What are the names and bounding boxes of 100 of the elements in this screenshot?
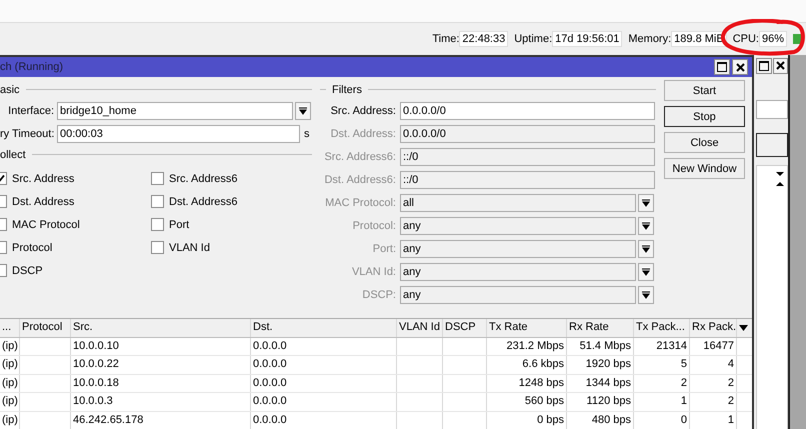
table-cell: 21314 bbox=[634, 338, 690, 355]
checkbox-label: Port bbox=[169, 218, 190, 231]
action-button[interactable]: Stop bbox=[664, 106, 745, 128]
status-value: 96% bbox=[758, 31, 787, 47]
table-cell: 0 bps bbox=[487, 412, 567, 429]
interface-field[interactable]: bridge10_home bbox=[57, 102, 293, 120]
input-field[interactable] bbox=[756, 100, 788, 119]
checkbox[interactable] bbox=[151, 218, 164, 232]
checkbox-label: Src. Address6 bbox=[169, 172, 238, 185]
filter-label: Port: bbox=[372, 242, 397, 255]
column-header[interactable]: Tx Pack... bbox=[634, 319, 690, 336]
table-cell: (ip) bbox=[0, 412, 20, 429]
table-cell: 4 bbox=[690, 356, 737, 374]
dropdown-icon[interactable] bbox=[638, 216, 654, 235]
status-label: CPU: bbox=[732, 33, 759, 45]
table-cell: 480 bps bbox=[567, 412, 634, 429]
close-icon[interactable] bbox=[772, 58, 788, 74]
filter-label: Src. Address: bbox=[330, 104, 397, 117]
status-label: Memory: bbox=[628, 33, 672, 45]
checkbox[interactable] bbox=[151, 195, 164, 208]
column-header[interactable]: Rx Pack. bbox=[690, 319, 737, 336]
table-cell: 10.0.0.10 bbox=[71, 338, 251, 355]
filter-label: Protocol: bbox=[352, 220, 397, 232]
action-button[interactable]: New Window bbox=[664, 158, 745, 180]
column-header[interactable]: VLAN Id bbox=[397, 319, 443, 336]
status-indicator-icon bbox=[793, 34, 801, 44]
filter-label: DSCP: bbox=[361, 288, 397, 301]
group-title: Filters bbox=[332, 84, 362, 96]
checkbox-label: Src. Address bbox=[12, 172, 74, 185]
column-header[interactable]: Dst. bbox=[251, 319, 397, 336]
group-title: ollect bbox=[0, 148, 26, 161]
button[interactable] bbox=[756, 133, 788, 157]
checkbox-label: Protocol bbox=[12, 242, 52, 254]
table-cell: 0.0.0.0 bbox=[251, 412, 397, 429]
table-cell: 1 bbox=[690, 412, 737, 429]
checkbox[interactable] bbox=[151, 172, 164, 186]
table-cell: 16477 bbox=[690, 338, 737, 355]
table-cell: 10.0.0.3 bbox=[71, 393, 251, 410]
close-icon[interactable] bbox=[732, 59, 748, 76]
sort-arrows-icon[interactable] bbox=[775, 169, 785, 189]
checkbox[interactable] bbox=[151, 241, 164, 254]
dropdown-icon[interactable] bbox=[638, 240, 654, 258]
checkbox-label: VLAN Id bbox=[169, 242, 210, 254]
column-header[interactable]: ... bbox=[0, 319, 20, 336]
status-label: Time: bbox=[432, 33, 460, 45]
filter-label: Dst. Address: bbox=[330, 128, 397, 140]
column-header[interactable]: Protocol bbox=[20, 319, 71, 336]
status-value: 17d 19:56:01 bbox=[552, 31, 622, 47]
timeout-field[interactable]: 00:00:03 bbox=[57, 124, 300, 143]
table-cell: 10.0.0.18 bbox=[71, 374, 251, 392]
field-label: ry Timeout: bbox=[0, 128, 56, 140]
maximize-icon[interactable] bbox=[756, 58, 772, 74]
table-cell: 0.0.0.0 bbox=[251, 393, 397, 410]
filter-label: MAC Protocol: bbox=[324, 196, 397, 209]
checkbox-label: Dst. Address bbox=[12, 196, 74, 208]
table-cell: 1344 bps bbox=[567, 374, 634, 392]
action-button[interactable]: Start bbox=[664, 80, 745, 102]
table-cell: 6.6 kbps bbox=[487, 356, 567, 374]
table-cell: 1248 bps bbox=[487, 374, 567, 392]
table-cell: 1920 bps bbox=[567, 356, 634, 374]
checkbox-label: DSCP bbox=[12, 264, 43, 277]
checkbox-label: Dst. Address6 bbox=[169, 196, 238, 208]
table-cell: 0.0.0.0 bbox=[251, 356, 397, 374]
table-cell: (ip) bbox=[0, 338, 20, 355]
column-header[interactable]: Tx Rate bbox=[487, 319, 567, 336]
column-header[interactable]: Rx Rate bbox=[567, 319, 634, 336]
dropdown-icon[interactable] bbox=[638, 262, 654, 281]
table-cell: 1120 bps bbox=[567, 393, 634, 410]
table-cell: 0.0.0.0 bbox=[251, 374, 397, 392]
table-cell: (ip) bbox=[0, 393, 20, 410]
table-cell: 46.242.65.178 bbox=[71, 412, 251, 429]
filter-field[interactable]: 0.0.0.0/0 bbox=[400, 102, 655, 120]
action-button[interactable]: Close bbox=[664, 132, 745, 154]
filter-label: Dst. Address6: bbox=[323, 174, 397, 186]
table-cell: (ip) bbox=[0, 356, 20, 374]
dropdown-icon[interactable] bbox=[638, 286, 654, 304]
table-cell: 51.4 Mbps bbox=[567, 338, 634, 355]
unit-label: s bbox=[304, 128, 310, 140]
table-cell: (ip) bbox=[0, 374, 20, 392]
group-title: asic bbox=[0, 84, 20, 96]
table-cell: 2 bbox=[634, 374, 690, 392]
dropdown-icon[interactable] bbox=[295, 102, 311, 120]
table-cell: 5 bbox=[634, 356, 690, 374]
table-cell: 0 bbox=[634, 412, 690, 429]
filter-label: Src. Address6: bbox=[323, 150, 397, 163]
filter-label: VLAN Id: bbox=[350, 266, 397, 278]
field-label: Interface: bbox=[7, 104, 55, 117]
column-header[interactable]: Src. bbox=[71, 319, 251, 336]
column-header[interactable]: DSCP bbox=[443, 319, 487, 336]
status-value: 22:48:33 bbox=[459, 31, 508, 47]
window-title: ch (Running) bbox=[0, 61, 64, 74]
table-cell: 560 bps bbox=[487, 393, 567, 410]
table-cell: 1 bbox=[634, 393, 690, 410]
maximize-icon[interactable] bbox=[714, 59, 730, 76]
status-label: Uptime: bbox=[514, 33, 552, 45]
table-cell: 0.0.0.0 bbox=[251, 338, 397, 355]
table-cell: 2 bbox=[690, 393, 737, 410]
dropdown-icon[interactable] bbox=[638, 194, 654, 212]
table-cell: 2 bbox=[690, 374, 737, 392]
table-cell: 231.2 Mbps bbox=[487, 338, 567, 355]
